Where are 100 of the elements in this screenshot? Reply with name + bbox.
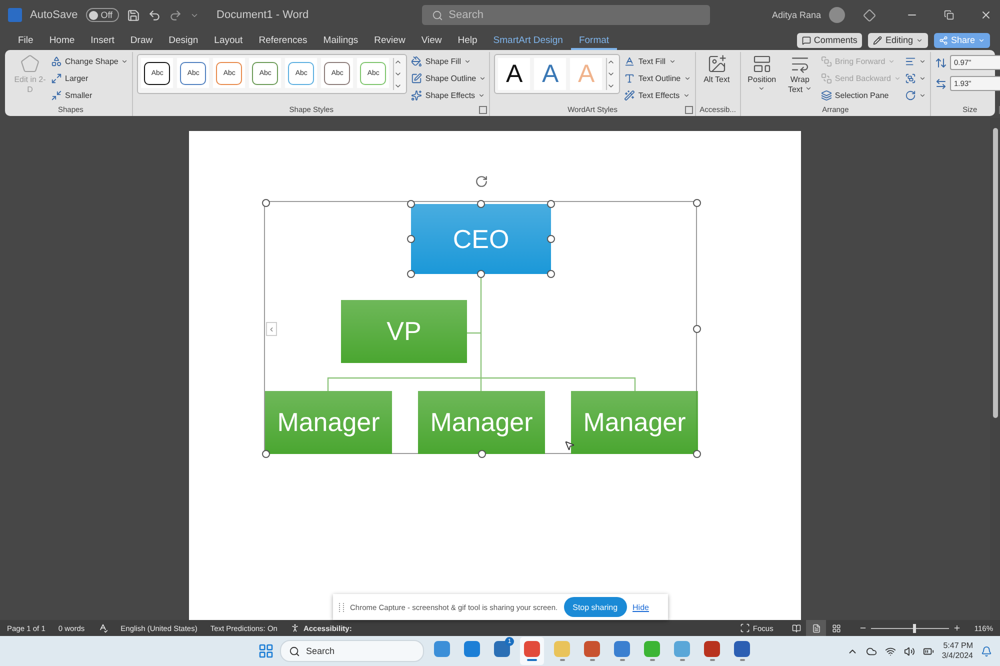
- resize-handle[interactable]: [262, 450, 270, 458]
- ribbon-button-icon: [820, 73, 832, 84]
- ribbon-button[interactable]: Text Outline: [624, 71, 691, 86]
- resize-handle[interactable]: [407, 200, 415, 208]
- header-button[interactable]: Comments: [796, 32, 862, 48]
- clock[interactable]: 5:47 PM 3/4/2024: [942, 641, 973, 661]
- header-button[interactable]: Editing: [868, 32, 928, 48]
- zoom-slider-thumb[interactable]: [913, 624, 916, 632]
- caret-icon: [682, 92, 690, 99]
- caret-icon: [479, 75, 486, 82]
- ribbon-button[interactable]: Shape Fill: [411, 54, 486, 69]
- avatar-icon[interactable]: [829, 7, 845, 23]
- ribbon-button[interactable]: Selection Pane: [820, 88, 901, 103]
- redo-icon[interactable]: [168, 8, 182, 22]
- chevron-left-icon: [268, 326, 275, 332]
- ribbon-button[interactable]: Smaller: [51, 88, 128, 103]
- proofing-icon[interactable]: [98, 623, 108, 633]
- autosave-toggle[interactable]: Off: [86, 8, 119, 22]
- rotate-handle-icon[interactable]: [475, 175, 488, 188]
- search-icon: [432, 10, 443, 20]
- focus-icon: [740, 623, 750, 633]
- menu-tab[interactable]: File: [10, 30, 42, 50]
- save-icon[interactable]: [126, 8, 140, 22]
- ribbon-large-button[interactable]: Alt Text: [700, 54, 734, 85]
- document-title: Document1 - Word: [216, 9, 309, 21]
- ribbon-icon-button[interactable]: [904, 71, 926, 86]
- start-icon[interactable]: [258, 643, 274, 659]
- menu-tab[interactable]: Help: [450, 30, 486, 50]
- autosave-label: AutoSave: [30, 9, 78, 21]
- menu-tab[interactable]: Insert: [82, 30, 122, 50]
- accessibility-icon[interactable]: [290, 623, 300, 633]
- view-button[interactable]: [806, 620, 826, 636]
- width-icon: [934, 78, 947, 90]
- caret-icon: [916, 36, 923, 44]
- ribbon-button[interactable]: Shape Outline: [411, 71, 486, 86]
- ribbon-button-icon: [624, 73, 636, 84]
- pencil-icon: [873, 36, 882, 44]
- ribbon-button-icon: [904, 56, 916, 67]
- menu-tab[interactable]: Mailings: [315, 30, 366, 50]
- undo-icon[interactable]: [148, 8, 161, 22]
- restore-icon[interactable]: [944, 10, 954, 20]
- resize-handle[interactable]: [693, 450, 701, 458]
- resize-handle[interactable]: [547, 270, 555, 278]
- wifi-icon[interactable]: [884, 646, 896, 656]
- resize-handle[interactable]: [547, 235, 555, 243]
- volume-icon[interactable]: [904, 646, 915, 656]
- zoom-in-icon[interactable]: [953, 624, 962, 632]
- cloud-icon[interactable]: [866, 646, 877, 656]
- caret-icon: [918, 58, 926, 65]
- drag-handle-icon[interactable]: [339, 602, 344, 612]
- ribbon-button-icon: [411, 90, 422, 101]
- stop-sharing-button[interactable]: Stop sharing: [564, 597, 627, 617]
- menu-tab[interactable]: References: [250, 30, 316, 50]
- ribbon-button[interactable]: Larger: [51, 71, 128, 86]
- resize-handle[interactable]: [693, 324, 701, 332]
- comment-icon: [802, 36, 811, 44]
- ribbon-button-icon: [904, 90, 916, 101]
- caret-icon: [121, 58, 128, 65]
- menu-tab[interactable]: Format: [570, 30, 618, 50]
- resize-handle[interactable]: [547, 200, 555, 208]
- menu-tab[interactable]: Review: [366, 30, 414, 50]
- diamond-icon[interactable]: [863, 8, 876, 22]
- ribbon-button[interactable]: Shape Effects: [411, 88, 486, 103]
- ribbon-large-button[interactable]: Position: [744, 54, 779, 94]
- height-icon: [934, 56, 947, 68]
- taskbar-app[interactable]: [520, 637, 544, 665]
- menu-tab[interactable]: View: [413, 30, 450, 50]
- resize-handle[interactable]: [477, 200, 485, 208]
- user-name: Aditya Rana: [772, 10, 821, 20]
- notifications-icon[interactable]: [981, 646, 992, 656]
- battery-icon[interactable]: [922, 646, 934, 656]
- menu-tab[interactable]: Home: [41, 30, 83, 50]
- resize-handle[interactable]: [477, 270, 485, 278]
- wordart-tile[interactable]: A: [498, 58, 530, 90]
- taskbar-search-field[interactable]: Search: [280, 640, 424, 662]
- caret-icon: [668, 58, 676, 65]
- dialog-launcher-icon[interactable]: [684, 106, 693, 114]
- ribbon-large-button[interactable]: Wrap Text: [782, 54, 817, 94]
- close-icon[interactable]: [980, 9, 992, 21]
- resize-handle[interactable]: [407, 235, 415, 243]
- menu-tab[interactable]: Draw: [122, 30, 161, 50]
- dialog-launcher-icon[interactable]: [479, 106, 488, 114]
- ribbon-button[interactable]: Text Fill: [624, 54, 691, 69]
- view-icon: [832, 624, 841, 632]
- resize-handle[interactable]: [262, 199, 270, 207]
- ribbon-button-icon: [20, 54, 40, 74]
- caret-icon: [888, 58, 896, 65]
- hide-link[interactable]: Hide: [632, 602, 649, 612]
- ribbon-button[interactable]: Text Effects: [624, 88, 691, 103]
- mouse-cursor-icon: [564, 440, 575, 451]
- menu-tab[interactable]: SmartArt Design: [485, 30, 571, 50]
- word-logo-icon: [8, 8, 22, 22]
- ribbon-icon-button[interactable]: [904, 88, 926, 103]
- resize-handle[interactable]: [693, 199, 701, 207]
- ribbon-button[interactable]: Change Shape: [51, 54, 128, 69]
- resize-handle[interactable]: [407, 270, 415, 278]
- ribbon-button-icon: [820, 90, 832, 101]
- menu-tab[interactable]: Layout: [206, 30, 251, 50]
- wordart-tile[interactable]: A: [534, 58, 566, 90]
- menu-tab[interactable]: Design: [160, 30, 206, 50]
